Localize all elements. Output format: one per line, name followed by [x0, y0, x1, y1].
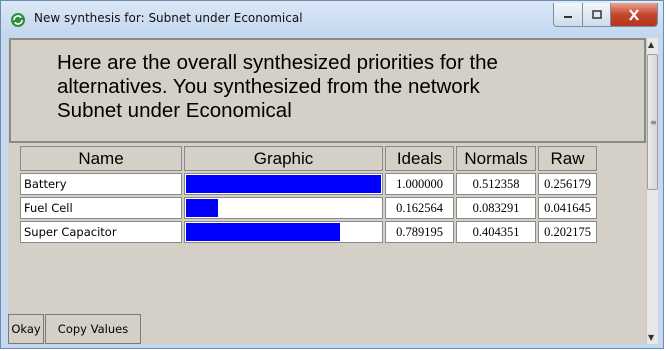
description-line: alternatives. You synthesized from the n… [57, 75, 480, 98]
vertical-scrollbar[interactable]: ▲ ≡ ▼ [646, 38, 658, 344]
button-bar: Okay Copy Values [8, 314, 646, 344]
column-header-normals[interactable]: Normals [456, 146, 536, 171]
client-area: Here are the overall synthesized priorit… [8, 38, 658, 344]
table-row[interactable]: Battery 1.000000 0.512358 0.256179 [20, 173, 597, 195]
graphic-cell [184, 221, 383, 243]
maximize-icon [591, 9, 602, 19]
column-header-graphic[interactable]: Graphic [184, 146, 383, 171]
results-table: Name Graphic Ideals Normals Raw Battery … [18, 144, 599, 245]
raw-value: 0.202175 [538, 221, 597, 243]
table-row[interactable]: Fuel Cell 0.162564 0.083291 0.041645 [20, 197, 597, 219]
table-header-row: Name Graphic Ideals Normals Raw [20, 146, 597, 171]
close-button[interactable] [611, 3, 658, 27]
copy-values-button[interactable]: Copy Values [45, 314, 141, 344]
title-bar[interactable]: New synthesis for: Subnet under Economic… [1, 1, 663, 37]
priority-bar [186, 199, 218, 217]
ideal-value: 1.000000 [385, 173, 454, 195]
maximize-button[interactable] [583, 3, 611, 27]
column-header-name[interactable]: Name [20, 146, 182, 171]
normal-value: 0.083291 [456, 197, 536, 219]
scroll-up-icon[interactable]: ▲ [648, 40, 654, 49]
grip-icon: ≡ [650, 118, 657, 127]
table-row[interactable]: Super Capacitor 0.789195 0.404351 0.2021… [20, 221, 597, 243]
priority-bar [186, 175, 381, 193]
priority-bar [186, 223, 340, 241]
raw-value: 0.256179 [538, 173, 597, 195]
normal-value: 0.404351 [456, 221, 536, 243]
alternative-name: Fuel Cell [20, 197, 182, 219]
description-line: Here are the overall synthesized priorit… [57, 51, 498, 74]
alternative-name: Battery [20, 173, 182, 195]
okay-button[interactable]: Okay [8, 314, 44, 344]
raw-value: 0.041645 [538, 197, 597, 219]
minimize-button[interactable] [553, 3, 583, 27]
minimize-icon [564, 15, 572, 18]
graphic-cell [184, 173, 383, 195]
scrollbar-thumb[interactable]: ≡ [647, 54, 658, 190]
graphic-cell [184, 197, 383, 219]
ideal-value: 0.162564 [385, 197, 454, 219]
alternative-name: Super Capacitor [20, 221, 182, 243]
refresh-icon [11, 13, 25, 27]
scroll-down-icon[interactable]: ▼ [648, 333, 654, 342]
column-header-ideals[interactable]: Ideals [385, 146, 454, 171]
window-title: New synthesis for: Subnet under Economic… [34, 11, 303, 25]
normal-value: 0.512358 [456, 173, 536, 195]
synthesis-description: Here are the overall synthesized priorit… [9, 38, 646, 143]
column-header-raw[interactable]: Raw [538, 146, 597, 171]
synthesis-window: New synthesis for: Subnet under Economic… [0, 0, 664, 349]
description-line: Subnet under Economical [57, 99, 292, 122]
description-text: Here are the overall synthesized priorit… [57, 51, 637, 123]
close-icon [629, 8, 639, 21]
ideal-value: 0.789195 [385, 221, 454, 243]
